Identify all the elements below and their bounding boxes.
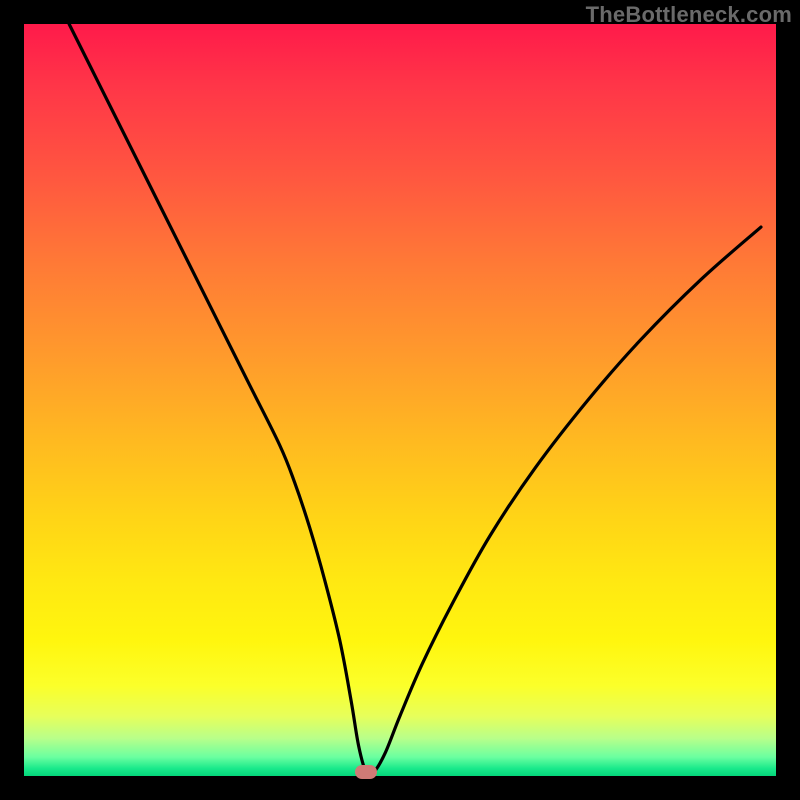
bottleneck-curve-svg xyxy=(24,24,776,776)
chart-frame: TheBottleneck.com xyxy=(0,0,800,800)
optimal-point-marker xyxy=(355,765,377,779)
plot-area xyxy=(24,24,776,776)
bottleneck-curve xyxy=(69,24,761,775)
